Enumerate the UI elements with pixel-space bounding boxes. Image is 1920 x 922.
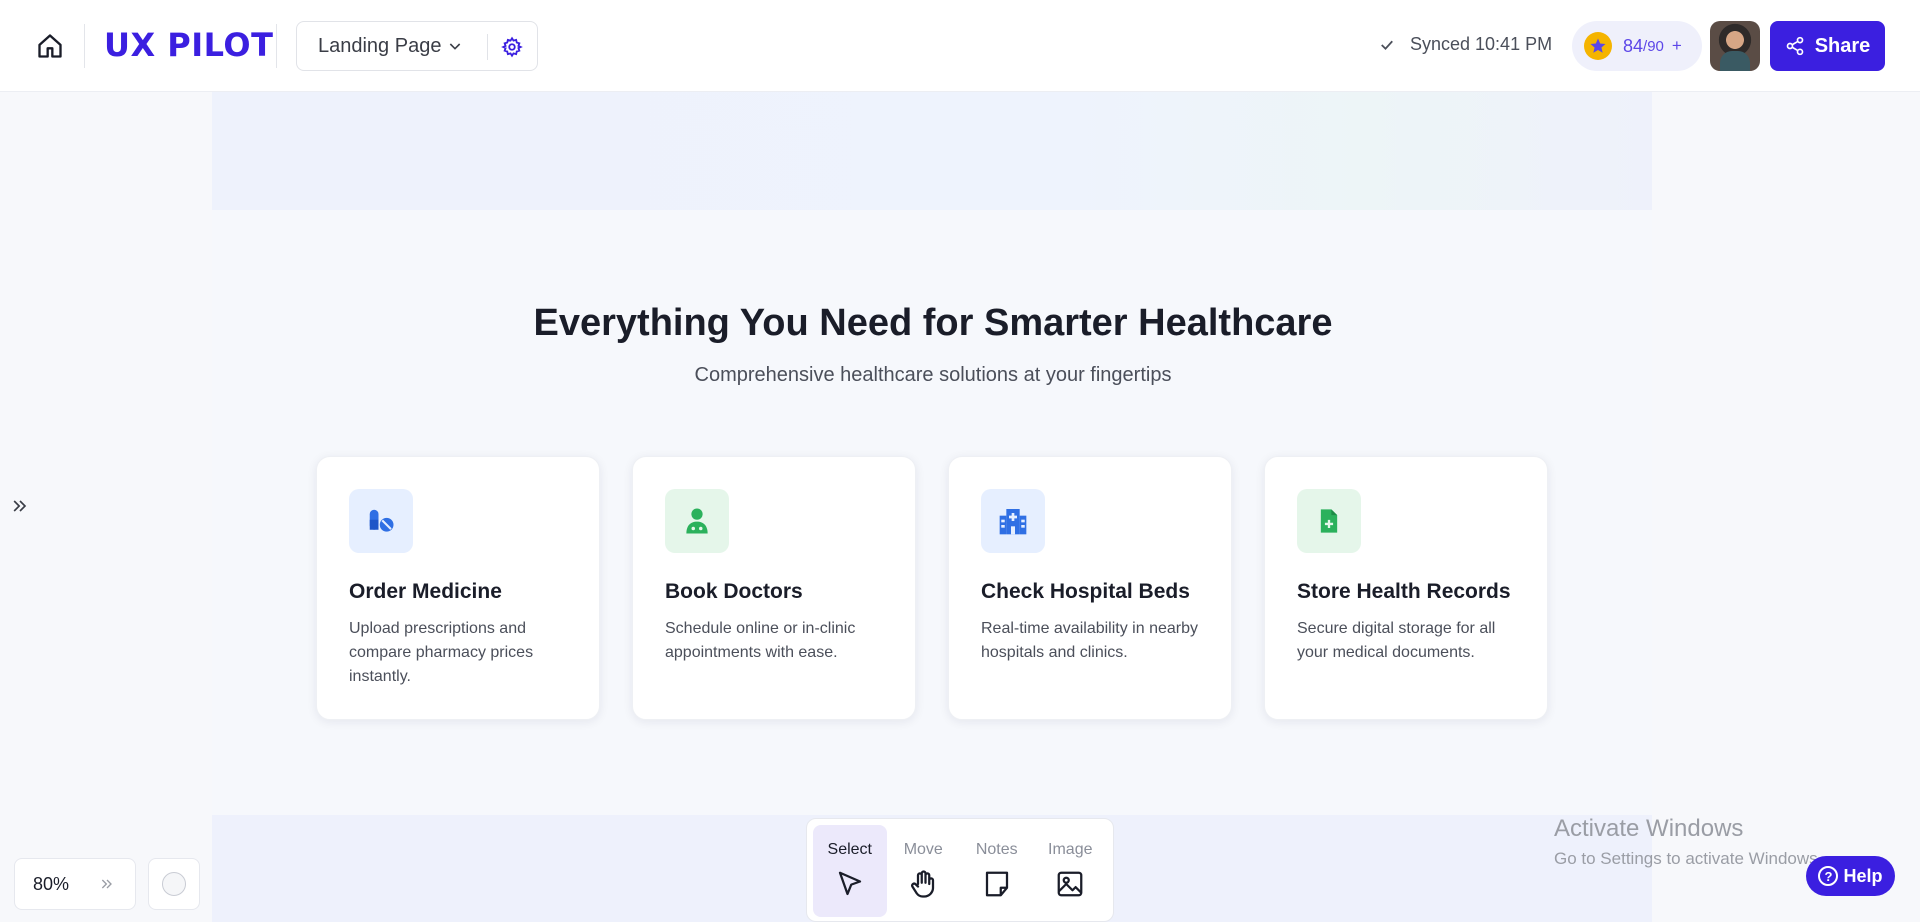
home-icon — [38, 34, 62, 58]
divider — [84, 24, 85, 68]
card-description: Secure digital storage for all your medi… — [1297, 620, 1496, 661]
page-settings-button[interactable] — [499, 34, 525, 60]
tool-label: Select — [827, 841, 872, 858]
credits-badge[interactable]: 84 /90 + — [1572, 21, 1702, 71]
card-title: Order Medicine — [349, 580, 502, 603]
chevron-down-icon — [447, 38, 463, 54]
tool-image[interactable]: Image — [1034, 825, 1108, 917]
activation-subtitle: Go to Settings to activate Windows. — [1554, 849, 1823, 868]
avatar[interactable] — [1710, 21, 1760, 71]
add-credits-button[interactable]: + — [1672, 36, 1682, 56]
check-icon — [1381, 40, 1393, 50]
credits-total: /90 — [1643, 37, 1664, 55]
expand-panel-button[interactable] — [8, 494, 32, 518]
cursor-icon — [838, 871, 861, 896]
zoom-control[interactable]: 80% — [14, 858, 136, 910]
note-icon — [985, 871, 1008, 897]
hero-section-preview — [212, 92, 1652, 210]
double-chevron-right-icon — [13, 500, 27, 512]
card-description: Upload prescriptions and compare pharmac… — [349, 620, 534, 685]
hand-icon — [911, 870, 935, 898]
tool-label: Notes — [975, 841, 1018, 858]
help-button[interactable]: ? Help — [1806, 856, 1895, 896]
star-coin-icon — [1584, 32, 1612, 60]
file-medical-icon — [1297, 489, 1361, 553]
divider — [487, 34, 488, 60]
home-button[interactable] — [34, 30, 66, 62]
help-label: Help — [1843, 865, 1883, 886]
top-bar: UX PILOT Landing Page Synced 10:41 PM 84… — [0, 0, 1920, 92]
page-selector[interactable]: Landing Page — [296, 21, 538, 71]
windows-activation-notice: Activate Windows Go to Settings to activ… — [1554, 815, 1822, 869]
feature-card-book-doctors[interactable]: Book Doctors Schedule online or in-clini… — [632, 456, 916, 720]
page-name: Landing Page — [318, 34, 442, 57]
canvas-toolbar: Select Move Notes Image — [806, 818, 1114, 922]
app-logo[interactable]: UX PILOT — [104, 26, 273, 64]
sync-status-text: Synced 10:41 PM — [1410, 34, 1553, 54]
circle-icon — [162, 872, 186, 896]
minimap-toggle-button[interactable] — [148, 858, 200, 910]
hospital-icon — [981, 489, 1045, 553]
card-title: Store Health Records — [1297, 580, 1511, 603]
sync-status: Synced 10:41 PM — [1378, 34, 1552, 55]
feature-card-health-records[interactable]: Store Health Records Secure digital stor… — [1264, 456, 1548, 720]
card-description: Real-time availability in nearby hospita… — [981, 620, 1198, 661]
design-canvas[interactable]: Everything You Need for Smarter Healthca… — [0, 92, 1920, 922]
tool-select[interactable]: Select — [813, 825, 887, 917]
image-icon — [1057, 871, 1083, 897]
tool-notes[interactable]: Notes — [960, 825, 1034, 917]
zoom-level: 80% — [33, 873, 70, 894]
activation-title: Activate Windows — [1554, 815, 1744, 842]
double-chevron-right-icon[interactable] — [99, 876, 115, 892]
doctor-icon — [665, 489, 729, 553]
tool-move[interactable]: Move — [887, 825, 961, 917]
share-button[interactable]: Share — [1770, 21, 1885, 71]
credits-used: 84 — [1623, 35, 1644, 56]
gear-icon — [501, 36, 523, 58]
share-label: Share — [1814, 34, 1871, 57]
card-title: Book Doctors — [665, 580, 803, 603]
card-description: Schedule online or in-clinic appointment… — [665, 620, 856, 661]
section-subtitle: Comprehensive healthcare solutions at yo… — [694, 364, 1172, 386]
feature-card-hospital-beds[interactable]: Check Hospital Beds Real-time availabili… — [948, 456, 1232, 720]
feature-card-order-medicine[interactable]: Order Medicine Upload prescriptions and … — [316, 456, 600, 720]
tool-label: Move — [903, 841, 943, 858]
share-icon — [1786, 36, 1804, 56]
tool-label: Image — [1048, 841, 1093, 858]
pills-icon — [349, 489, 413, 553]
card-title: Check Hospital Beds — [981, 580, 1190, 603]
divider — [276, 24, 277, 68]
question-icon: ? — [1818, 866, 1839, 886]
section-title: Everything You Need for Smarter Healthca… — [533, 302, 1333, 344]
